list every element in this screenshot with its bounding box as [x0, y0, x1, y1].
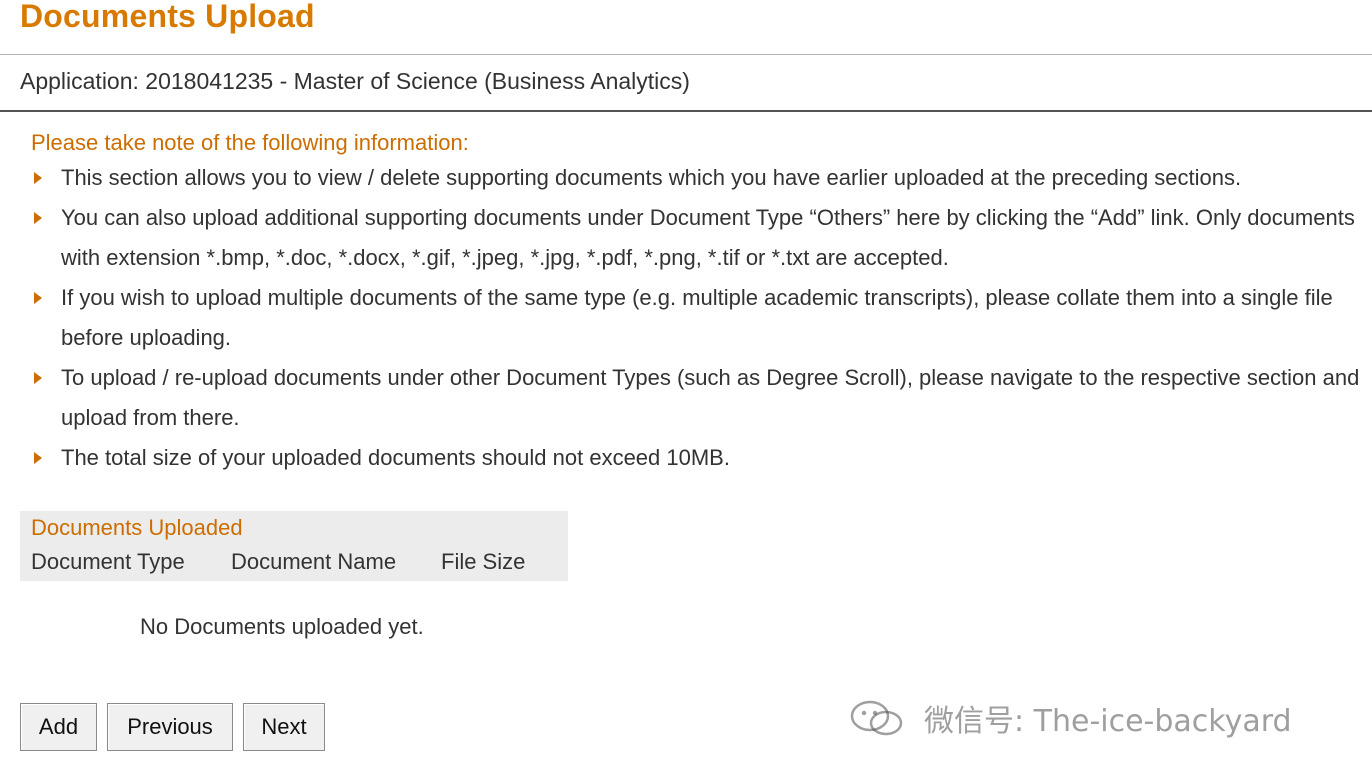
next-button[interactable]: Next [243, 703, 325, 751]
note-text: To upload / re-upload documents under ot… [61, 365, 1360, 430]
documents-upload-page: Documents Upload Application: 2018041235… [0, 0, 1372, 780]
watermark: 微信号: The-ice-backyard [848, 696, 1292, 740]
title-divider [0, 54, 1372, 55]
page-title: Documents Upload [20, 0, 315, 34]
add-button[interactable]: Add [20, 703, 97, 751]
note-item: To upload / re-upload documents under ot… [30, 358, 1360, 438]
empty-documents-message: No Documents uploaded yet. [140, 614, 424, 639]
watermark-text: 微信号: The-ice-backyard [924, 704, 1292, 739]
note-text: If you wish to upload multiple documents… [61, 285, 1333, 350]
note-item: You can also upload additional supportin… [30, 198, 1360, 278]
triangle-bullet-icon [34, 372, 42, 384]
application-info: Application: 2018041235 - Master of Scie… [20, 68, 690, 94]
note-item: This section allows you to view / delete… [30, 158, 1360, 198]
note-text: You can also upload additional supportin… [61, 205, 1355, 270]
column-header-document-type: Document Type [31, 549, 185, 574]
note-item: The total size of your uploaded document… [30, 438, 1360, 478]
triangle-bullet-icon [34, 172, 42, 184]
column-header-file-size: File Size [441, 549, 526, 574]
note-item: If you wish to upload multiple documents… [30, 278, 1360, 358]
application-divider [0, 110, 1372, 112]
previous-button[interactable]: Previous [107, 703, 233, 751]
notes-heading: Please take note of the following inform… [31, 130, 469, 155]
notes-list: This section allows you to view / delete… [30, 158, 1360, 478]
triangle-bullet-icon [34, 292, 42, 304]
documents-uploaded-heading: Documents Uploaded [31, 515, 243, 540]
column-header-document-name: Document Name [231, 549, 397, 574]
triangle-bullet-icon [34, 452, 42, 464]
documents-uploaded-table: Documents Uploaded Document Type Documen… [20, 511, 568, 581]
triangle-bullet-icon [34, 212, 42, 224]
wechat-icon [848, 698, 908, 738]
note-text: The total size of your uploaded document… [61, 445, 730, 470]
note-text: This section allows you to view / delete… [61, 165, 1242, 190]
